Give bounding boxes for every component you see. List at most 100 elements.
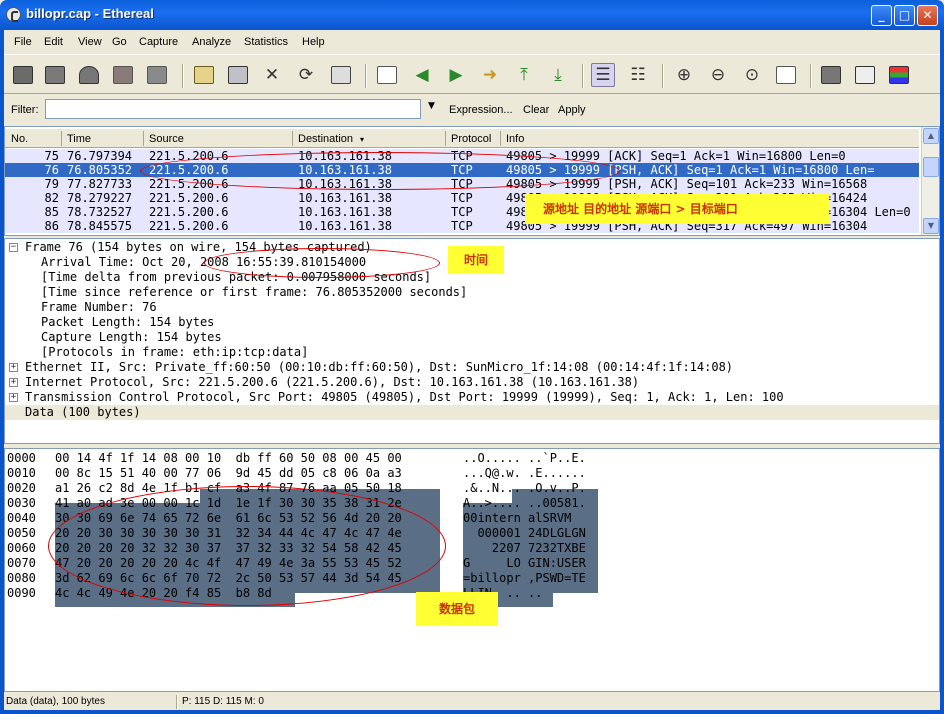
hex-off[interactable]: 0030 (7, 496, 36, 511)
col-protocol[interactable]: Protocol (451, 133, 491, 145)
collapse-icon[interactable]: − (9, 243, 18, 252)
detail-time-since-ref[interactable]: [Time since reference or first frame: 76… (41, 285, 467, 300)
hex-ascii[interactable]: .&..N... .O.v..P. (463, 481, 586, 496)
go-last-icon[interactable]: ⤓ (546, 63, 570, 87)
hex-off[interactable]: 0060 (7, 541, 36, 556)
go-first-icon[interactable]: ⤒ (512, 63, 536, 87)
print-icon[interactable] (329, 63, 353, 87)
close-window-button[interactable]: ✕ (917, 5, 938, 26)
hex-off[interactable]: 0090 (7, 586, 36, 601)
zoom-out-icon[interactable]: ⊖ (706, 63, 730, 87)
hex-ascii[interactable]: 00intern alSRVM (463, 511, 586, 526)
clear-button[interactable]: Clear (523, 104, 549, 116)
hex-off[interactable]: 0020 (7, 481, 36, 496)
packet-cell-time: 78.732527 (67, 205, 133, 219)
menu-view[interactable]: View (78, 36, 102, 48)
filter-dropdown-icon[interactable]: ▼ (428, 101, 435, 111)
detail-packet-length[interactable]: Packet Length: 154 bytes (41, 315, 214, 330)
expand-icon[interactable]: + (9, 363, 18, 372)
hex-ascii[interactable]: =billopr ,PSWD=TE (463, 571, 586, 586)
menu-capture[interactable]: Capture (139, 36, 178, 48)
hex-off[interactable]: 0010 (7, 466, 36, 481)
packet-list-scrollbar[interactable]: ▲ ▼ (921, 127, 939, 235)
minimize-button[interactable]: _ (871, 5, 892, 26)
hex-off[interactable]: 0040 (7, 511, 36, 526)
hex-bytes[interactable]: 00 8c 15 51 40 00 77 06 9d 45 dd 05 c8 0… (55, 466, 402, 481)
resize-columns-icon[interactable] (774, 63, 798, 87)
menu-go[interactable]: Go (112, 36, 127, 48)
detail-frame-number[interactable]: Frame Number: 76 (41, 300, 157, 315)
main-toolbar: ✕ ⟳ ◀ ▶ ➜ ⤒ ⤓ ☰ ☷ ⊕ ⊖ ⊙ (4, 54, 940, 94)
menu-help[interactable]: Help (302, 36, 325, 48)
window-frame-bottom (0, 710, 944, 714)
col-destination[interactable]: Destination (298, 133, 353, 145)
maximize-button[interactable]: □ (894, 5, 915, 26)
hex-ascii[interactable]: G LO GIN:USER (463, 556, 586, 571)
hex-ascii[interactable]: 2207 7232TXBE (463, 541, 586, 556)
open-folder-icon[interactable] (192, 63, 216, 87)
arrival-time-ellipse (204, 248, 440, 278)
interface-list-icon[interactable] (11, 63, 35, 87)
hex-bytes[interactable]: 00 14 4f 1f 14 08 00 10 db ff 60 50 08 0… (55, 451, 402, 466)
hex-ascii[interactable]: A..>.... ..00581. (463, 496, 586, 511)
capture-options-icon[interactable] (43, 63, 67, 87)
detail-ip[interactable]: Internet Protocol, Src: 221.5.200.6 (221… (25, 375, 639, 390)
menu-statistics[interactable]: Statistics (244, 36, 288, 48)
detail-tcp[interactable]: Transmission Control Protocol, Src Port:… (25, 390, 784, 405)
reload-icon[interactable]: ⟳ (294, 63, 318, 87)
autoscroll-icon[interactable]: ☷ (626, 63, 650, 87)
detail-protocols[interactable]: [Protocols in frame: eth:ip:tcp:data] (41, 345, 308, 360)
zoom-in-icon[interactable]: ⊕ (672, 63, 696, 87)
go-back-icon[interactable]: ◀ (410, 63, 434, 87)
normal-size-icon[interactable]: ⊙ (740, 63, 764, 87)
status-left: Data (data), 100 bytes (6, 696, 105, 707)
hex-off[interactable]: 0080 (7, 571, 36, 586)
packet-cell-time: 77.827733 (67, 177, 133, 191)
expression-button[interactable]: Expression... (449, 104, 513, 116)
capture-stop-icon[interactable] (111, 63, 135, 87)
coloring-rules-icon[interactable] (887, 63, 911, 87)
packet-cell-proto: TCP (451, 191, 473, 205)
packet-cell-time: 76.805352 (67, 163, 133, 177)
hex-ascii[interactable]: ...Q@.w. .E...... (463, 466, 586, 481)
apply-button[interactable]: Apply (558, 104, 586, 116)
capture-filters-icon[interactable] (819, 63, 843, 87)
col-time[interactable]: Time (67, 133, 91, 145)
hex-ascii[interactable]: 000001 24DLGLGN (463, 526, 585, 541)
detail-ethernet[interactable]: Ethernet II, Src: Private_ff:60:50 (00:1… (25, 360, 733, 375)
display-filters-icon[interactable] (853, 63, 877, 87)
colorize-icon[interactable]: ☰ (591, 63, 615, 87)
hex-off[interactable]: 0000 (7, 451, 36, 466)
menu-analyze[interactable]: Analyze (192, 36, 231, 48)
window-title: billopr.cap - Ethereal (26, 6, 154, 21)
capture-restart-icon[interactable] (145, 63, 169, 87)
menu-file[interactable]: File (14, 36, 32, 48)
expand-icon[interactable]: + (9, 393, 18, 402)
ethereal-app-icon[interactable] (6, 7, 21, 22)
scroll-down-icon[interactable]: ▼ (923, 218, 939, 234)
go-to-packet-icon[interactable]: ➜ (478, 63, 502, 87)
col-no[interactable]: No. (11, 133, 28, 145)
menu-edit[interactable]: Edit (44, 36, 63, 48)
time-annotation: 时间 (448, 246, 504, 274)
capture-start-icon[interactable] (77, 63, 101, 87)
detail-capture-length[interactable]: Capture Length: 154 bytes (41, 330, 222, 345)
packet-cell-proto: TCP (451, 219, 473, 233)
hex-off[interactable]: 0070 (7, 556, 36, 571)
packet-cell-dst: 10.163.161.38 (298, 219, 392, 233)
detail-data[interactable]: Data (100 bytes) (5, 405, 939, 420)
scroll-up-icon[interactable]: ▲ (923, 128, 939, 144)
go-forward-icon[interactable]: ▶ (444, 63, 468, 87)
filter-input[interactable] (45, 99, 421, 119)
scroll-thumb[interactable] (923, 157, 939, 177)
sort-desc-icon: ▾ (360, 135, 365, 144)
save-icon[interactable] (226, 63, 250, 87)
window-frame-right (940, 30, 944, 714)
col-source[interactable]: Source (149, 133, 184, 145)
expand-icon[interactable]: + (9, 378, 18, 387)
col-info[interactable]: Info (506, 133, 524, 145)
hex-ascii[interactable]: ..O..... ..`P..E. (463, 451, 586, 466)
find-packet-icon[interactable] (375, 63, 399, 87)
close-icon[interactable]: ✕ (260, 63, 284, 87)
hex-off[interactable]: 0050 (7, 526, 36, 541)
